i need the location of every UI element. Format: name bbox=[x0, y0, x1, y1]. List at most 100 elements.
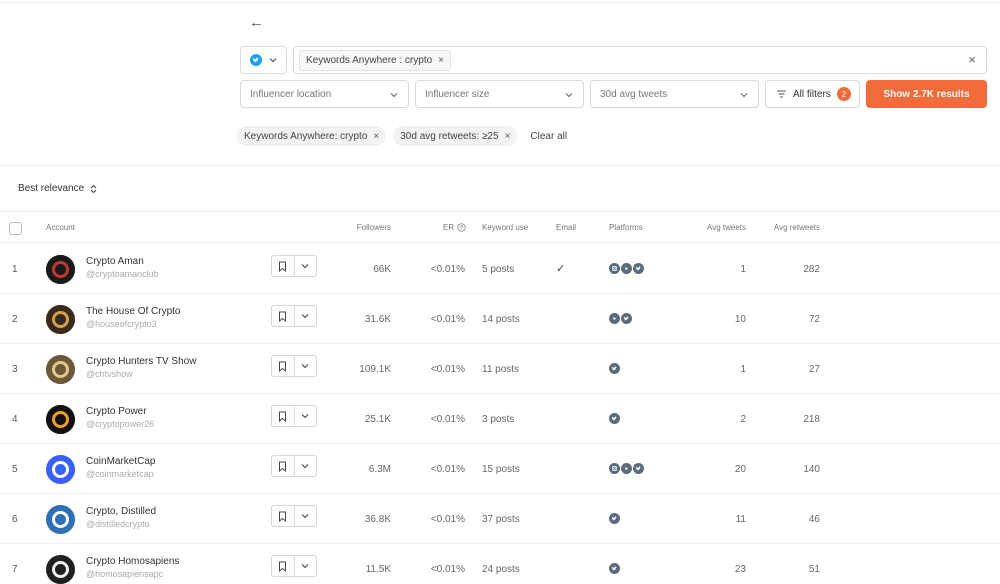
table-row[interactable]: 2 The House Of Crypto @houseofcrypto3 31.6K… bbox=[0, 294, 1000, 344]
sort-arrows-icon bbox=[90, 184, 97, 193]
avatar[interactable] bbox=[46, 455, 75, 484]
active-filter-chip-label: 30d avg retweets: ≥25 bbox=[400, 130, 499, 142]
bookmark-button[interactable] bbox=[272, 406, 295, 426]
keyword-use-value: 37 posts bbox=[482, 514, 520, 525]
platform-icons bbox=[609, 563, 620, 574]
column-keyword-use[interactable]: Keyword use bbox=[482, 223, 528, 232]
twitter-icon[interactable] bbox=[609, 563, 620, 574]
row-menu-button[interactable] bbox=[295, 506, 317, 526]
twitter-icon[interactable] bbox=[609, 363, 620, 374]
instagram-icon[interactable] bbox=[609, 263, 620, 274]
keyword-chip-remove-icon[interactable]: × bbox=[438, 55, 444, 66]
instagram-icon[interactable] bbox=[609, 463, 620, 474]
followers-value: 6.3M bbox=[368, 464, 391, 475]
twitter-icon bbox=[250, 54, 262, 66]
column-account[interactable]: Account bbox=[46, 223, 75, 232]
remove-chip-icon[interactable]: × bbox=[505, 131, 511, 142]
show-results-button[interactable]: Show 2.7K results bbox=[866, 80, 987, 108]
info-icon[interactable] bbox=[457, 223, 466, 232]
divider bbox=[0, 165, 1000, 166]
bookmark-icon bbox=[279, 561, 287, 572]
bookmark-icon bbox=[279, 361, 287, 372]
column-er[interactable]: ER bbox=[443, 223, 466, 232]
avatar[interactable] bbox=[46, 305, 75, 334]
er-value: <0.01% bbox=[430, 564, 465, 575]
youtube-icon[interactable] bbox=[621, 463, 632, 474]
column-email[interactable]: Email bbox=[556, 223, 576, 232]
influencer-location-dropdown[interactable]: Influencer location bbox=[240, 80, 409, 108]
avatar[interactable] bbox=[46, 405, 75, 434]
row-menu-button[interactable] bbox=[295, 556, 317, 576]
account-name[interactable]: Crypto Homosapiens bbox=[86, 556, 179, 567]
bookmark-icon bbox=[279, 461, 287, 472]
column-platforms[interactable]: Platforms bbox=[609, 223, 643, 232]
row-index: 5 bbox=[12, 464, 18, 475]
keyword-use-value: 3 posts bbox=[482, 414, 515, 425]
platform-icons bbox=[609, 263, 644, 274]
twitter-icon[interactable] bbox=[633, 463, 644, 474]
twitter-icon[interactable] bbox=[633, 263, 644, 274]
back-arrow-icon[interactable]: ← bbox=[249, 14, 264, 31]
email-check-icon: ✓ bbox=[556, 263, 566, 275]
network-select[interactable] bbox=[240, 46, 287, 74]
row-actions bbox=[271, 555, 317, 577]
bookmark-button[interactable] bbox=[272, 506, 295, 526]
table-row[interactable]: 5 CoinMarketCap @coinmarketcap 6.3M <0.01% 15… bbox=[0, 444, 1000, 494]
bookmark-button[interactable] bbox=[272, 356, 295, 376]
avg-retweets-value: 140 bbox=[803, 464, 820, 475]
bookmark-button[interactable] bbox=[272, 306, 295, 326]
twitter-icon[interactable] bbox=[609, 413, 620, 424]
row-menu-button[interactable] bbox=[295, 406, 317, 426]
row-index: 2 bbox=[12, 314, 18, 325]
sort-select[interactable]: Best relevance bbox=[18, 183, 97, 194]
avatar[interactable] bbox=[46, 505, 75, 534]
avg-tweets-value: 11 bbox=[735, 514, 746, 525]
account-name[interactable]: Crypto, Distilled bbox=[86, 506, 156, 517]
row-menu-button[interactable] bbox=[295, 256, 317, 276]
column-avg-retweets[interactable]: Avg retweets bbox=[774, 223, 820, 232]
er-value: <0.01% bbox=[430, 364, 465, 375]
row-menu-button[interactable] bbox=[295, 356, 317, 376]
account-name[interactable]: CoinMarketCap bbox=[86, 456, 155, 467]
account-handle: @coinmarketcap bbox=[86, 469, 154, 479]
row-menu-button[interactable] bbox=[295, 306, 317, 326]
chevron-down-icon bbox=[269, 58, 277, 63]
avatar[interactable] bbox=[46, 355, 75, 384]
influencer-size-dropdown[interactable]: Influencer size bbox=[415, 80, 584, 108]
avatar[interactable] bbox=[46, 255, 75, 284]
table-row[interactable]: 3 Crypto Hunters TV Show @chtvshow 109.1K <0… bbox=[0, 344, 1000, 394]
all-filters-button[interactable]: All filters 2 bbox=[765, 80, 860, 108]
clear-all-link[interactable]: Clear all bbox=[530, 131, 567, 142]
account-name[interactable]: Crypto Hunters TV Show bbox=[86, 356, 196, 367]
keyword-search-box[interactable]: Keywords Anywhere : crypto × × bbox=[293, 46, 987, 74]
avg-tweets-value: 2 bbox=[740, 414, 746, 425]
youtube-icon[interactable] bbox=[609, 313, 620, 324]
remove-chip-icon[interactable]: × bbox=[373, 131, 379, 142]
avg-retweets-value: 46 bbox=[808, 514, 820, 525]
chevron-down-icon bbox=[301, 514, 309, 519]
avg-tweets-dropdown[interactable]: 30d avg tweets bbox=[590, 80, 759, 108]
keyword-chip-label: Keywords Anywhere : crypto bbox=[306, 54, 433, 66]
twitter-icon[interactable] bbox=[609, 513, 620, 524]
row-actions bbox=[271, 255, 317, 277]
avatar[interactable] bbox=[46, 555, 75, 584]
clear-search-icon[interactable]: × bbox=[968, 52, 976, 67]
bookmark-button[interactable] bbox=[272, 456, 295, 476]
avg-retweets-value: 27 bbox=[808, 364, 820, 375]
column-avg-tweets[interactable]: Avg tweets bbox=[707, 223, 746, 232]
table-row[interactable]: 6 Crypto, Distilled @distilledcrypto 36.8K <… bbox=[0, 494, 1000, 544]
active-filter-chip: Keywords Anywhere: crypto × bbox=[237, 126, 387, 146]
row-menu-button[interactable] bbox=[295, 456, 317, 476]
select-all-checkbox[interactable] bbox=[9, 222, 22, 235]
column-followers[interactable]: Followers bbox=[357, 223, 391, 232]
bookmark-button[interactable] bbox=[272, 256, 295, 276]
table-row[interactable]: 1 Crypto Aman @cryptoamanclub 66K <0.01% 5 po… bbox=[0, 244, 1000, 294]
account-name[interactable]: Crypto Power bbox=[86, 406, 147, 417]
account-name[interactable]: The House Of Crypto bbox=[86, 306, 180, 317]
table-row[interactable]: 7 Crypto Homosapiens @homosapiensapc 11.5K <… bbox=[0, 544, 1000, 584]
twitter-icon[interactable] bbox=[621, 313, 632, 324]
table-row[interactable]: 4 Crypto Power @cryptopower26 25.1K <0.01% 3 … bbox=[0, 394, 1000, 444]
youtube-icon[interactable] bbox=[621, 263, 632, 274]
bookmark-button[interactable] bbox=[272, 556, 295, 576]
account-name[interactable]: Crypto Aman bbox=[86, 256, 144, 267]
